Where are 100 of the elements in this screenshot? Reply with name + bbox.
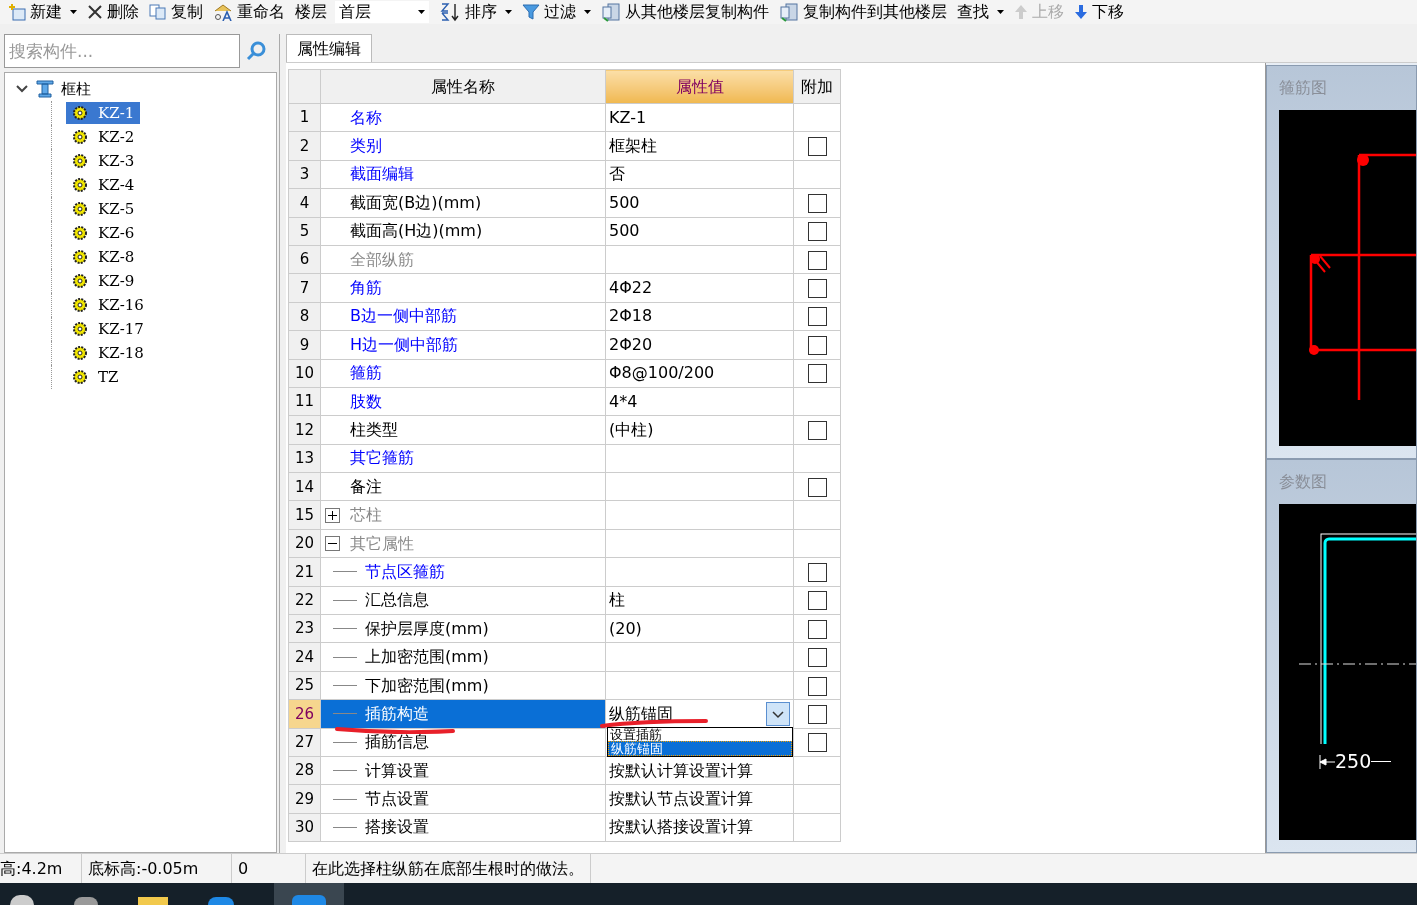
toolbar-button[interactable]: 从其他楼层复制构件: [601, 0, 769, 24]
tree-item[interactable]: KZ-16: [66, 294, 150, 316]
caret-icon: [584, 10, 591, 14]
toolbar-button[interactable]: 重命名: [213, 0, 285, 24]
taskbar-icon[interactable]: [208, 897, 234, 905]
tree-item[interactable]: TZ: [66, 366, 125, 388]
property-name: 插筋信息: [365, 731, 429, 754]
checkbox[interactable]: [807, 250, 827, 270]
tree-item[interactable]: KZ-1: [66, 102, 141, 124]
property-name: 箍筋: [350, 362, 382, 385]
row-number: 25: [288, 671, 321, 700]
tree-item[interactable]: KZ-3: [66, 150, 141, 172]
checkbox[interactable]: [807, 591, 827, 611]
toolbar-button[interactable]: 下移: [1074, 0, 1124, 24]
property-name: 节点区箍筋: [365, 560, 445, 583]
property-value: 4*4: [609, 391, 638, 411]
checkbox[interactable]: [807, 222, 827, 242]
gear-icon: [72, 153, 88, 169]
checkbox[interactable]: [807, 676, 827, 696]
checkbox[interactable]: [807, 562, 827, 582]
checkbox[interactable]: [807, 364, 827, 384]
caret-icon: [70, 10, 77, 14]
tree-item[interactable]: KZ-9: [66, 270, 141, 292]
property-name: 截面宽(B边)(mm): [350, 191, 482, 214]
column-header: 附加: [793, 69, 841, 104]
property-name: 类别: [350, 135, 382, 158]
checkbox[interactable]: [807, 279, 827, 299]
checkbox[interactable]: [807, 477, 827, 497]
property-value: 500: [609, 221, 640, 241]
property-name: B边一侧中部筋: [350, 305, 457, 328]
property-name: 其它箍筋: [350, 447, 414, 470]
row-number: 23: [288, 614, 321, 643]
search-field[interactable]: 搜索构件...: [4, 34, 240, 68]
tree-item[interactable]: KZ-8: [66, 246, 141, 268]
row-number: 5: [288, 217, 321, 246]
taskbar-icon[interactable]: [10, 895, 34, 905]
tree-item[interactable]: KZ-6: [66, 222, 141, 244]
property-name: 上加密范围(mm): [365, 646, 489, 669]
toolbar-button[interactable]: 新建: [8, 0, 77, 24]
checkbox[interactable]: [807, 307, 827, 327]
checkbox[interactable]: [807, 335, 827, 355]
checkbox[interactable]: [807, 704, 827, 724]
new-document-icon: [8, 3, 26, 21]
tree-root-label[interactable]: 框柱: [61, 77, 91, 101]
property-name: 保护层厚度(mm): [365, 617, 489, 640]
property-name: 截面高(H边)(mm): [350, 220, 483, 243]
arrow-down-icon: [1074, 4, 1088, 20]
row-number: 29: [288, 784, 321, 814]
checkbox[interactable]: [807, 421, 827, 440]
checkbox[interactable]: [807, 648, 827, 668]
search-icon[interactable]: [244, 39, 268, 63]
toolbar-button[interactable]: 复制: [149, 0, 203, 24]
taskbar-icon[interactable]: [74, 897, 98, 905]
property-name: 汇总信息: [365, 589, 429, 612]
tree-item[interactable]: KZ-18: [66, 342, 150, 364]
floor-dropdown[interactable]: 首层: [335, 1, 429, 23]
dropdown-option[interactable]: 设置插筋: [608, 728, 792, 742]
arrow-up-icon: [1014, 4, 1028, 20]
row-number: 22: [288, 586, 321, 615]
document-stack-icon: [601, 2, 621, 22]
sort-icon: [439, 2, 461, 22]
toolbar-button[interactable]: 过滤: [522, 0, 591, 24]
toolbar-button[interactable]: 删除: [87, 0, 139, 24]
filter-icon: [522, 3, 540, 21]
caret-icon: [418, 10, 425, 14]
gear-icon: [72, 321, 88, 337]
tree-item[interactable]: KZ-4: [66, 174, 141, 196]
property-value: 500: [609, 192, 640, 212]
row-number: 7: [288, 273, 321, 303]
property-name: 柱类型: [350, 419, 398, 441]
row-number: 13: [288, 444, 321, 473]
floor-label: 楼层: [295, 1, 327, 23]
row-number: 9: [288, 330, 321, 359]
property-name: 下加密范围(mm): [365, 674, 489, 697]
property-name: 芯柱: [350, 504, 382, 527]
dropdown-option[interactable]: 纵筋锚固: [608, 741, 792, 757]
gear-icon: [72, 249, 88, 265]
checkbox[interactable]: [807, 619, 827, 639]
toolbar-button[interactable]: 查找: [957, 0, 1004, 24]
row-number: 20: [288, 529, 321, 558]
value-dropdown[interactable]: 纵筋锚固: [609, 701, 790, 726]
toolbar-button[interactable]: 复制构件到其他楼层: [779, 0, 947, 24]
tree-item[interactable]: KZ-17: [66, 318, 150, 340]
expand-icon[interactable]: [325, 507, 340, 523]
tree-item[interactable]: KZ-2: [66, 126, 141, 148]
collapse-icon[interactable]: [325, 536, 340, 552]
property-value: 按默认搭接设置计算: [609, 817, 753, 837]
row-number: 21: [288, 557, 321, 587]
checkbox[interactable]: [807, 733, 827, 753]
property-value: 4Φ22: [609, 278, 653, 298]
property-name: 插筋构造: [365, 702, 429, 725]
checkbox[interactable]: [807, 193, 827, 213]
tab[interactable]: 属性编辑: [286, 34, 372, 62]
row-number: 27: [288, 728, 321, 757]
tree-item[interactable]: KZ-5: [66, 198, 141, 220]
property-name: 计算设置: [365, 759, 429, 782]
checkbox[interactable]: [807, 137, 827, 157]
row-number: 2: [288, 131, 321, 161]
property-name: H边一侧中部筋: [350, 333, 459, 356]
toolbar-button[interactable]: 排序: [439, 0, 512, 24]
